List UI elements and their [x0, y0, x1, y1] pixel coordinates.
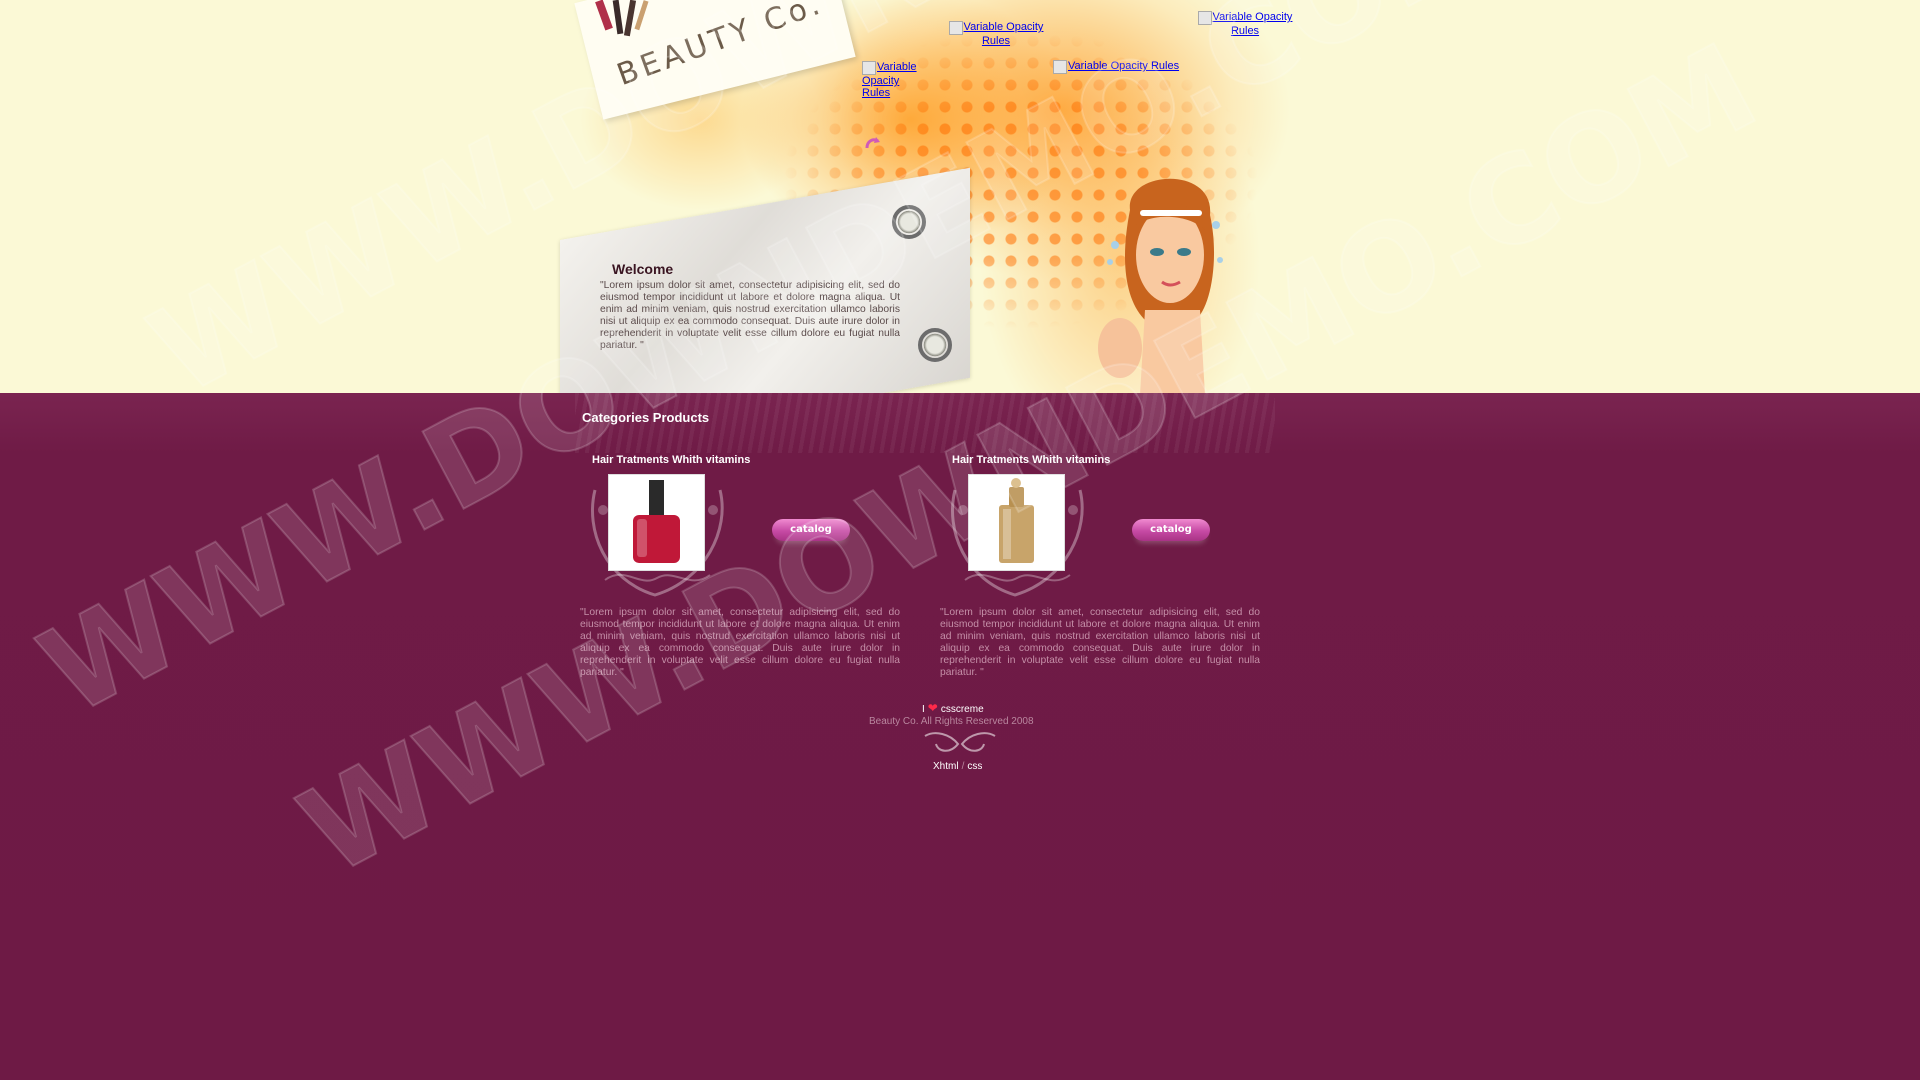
- nav-image-link-3[interactable]: Variable Opacity Rules: [862, 61, 918, 99]
- catalog-button[interactable]: catalog: [772, 519, 850, 541]
- xhtml-link[interactable]: Xhtml: [933, 761, 959, 772]
- nav-image-alt: Variable Opacity Rules: [963, 21, 1044, 47]
- nav-image-link-1[interactable]: Variable Opacity Rules: [941, 21, 1051, 47]
- curved-arrow-icon: [865, 137, 880, 149]
- broken-image-icon: [1197, 11, 1212, 25]
- welcome-text: "Lorem ipsum dolor sit amet, consectetur…: [600, 280, 900, 351]
- paper-ring-icon: [918, 328, 952, 362]
- makeup-brushes-icon: [595, 0, 649, 37]
- broken-image-icon: [948, 21, 963, 35]
- broken-image-icon: [1053, 60, 1067, 74]
- product-description: "Lorem ipsum dolor sit amet, consectetur…: [580, 607, 900, 678]
- product-title[interactable]: Hair Tratments Whith vitamins: [952, 454, 1110, 466]
- product-image-perfume[interactable]: [968, 474, 1065, 571]
- categories-title: Categories Products: [582, 410, 710, 425]
- perfume-bottle-icon: [999, 478, 1034, 563]
- nav-image-alt: Variable Opacity Rules: [1212, 11, 1293, 37]
- nav-image-link-2[interactable]: Variable Opacity Rules: [1190, 11, 1300, 37]
- csscreme-link[interactable]: csscreme: [941, 704, 984, 715]
- broken-image-icon: [862, 61, 876, 75]
- model-illustration: [1098, 178, 1223, 395]
- welcome-title: Welcome: [612, 261, 674, 277]
- nav-image-alt: Variable Opacity Rules: [1068, 60, 1180, 72]
- footer-swirl-ornament-icon: [924, 732, 996, 752]
- footer-link-separator: /: [961, 761, 965, 772]
- product-title[interactable]: Hair Tratments Whith vitamins: [592, 454, 750, 466]
- footer-links: Xhtml / css: [933, 761, 982, 772]
- css-link[interactable]: css: [967, 761, 982, 772]
- paper-ring-icon: [892, 205, 926, 239]
- catalog-button[interactable]: catalog: [1132, 519, 1210, 541]
- nav-image-link-4[interactable]: Variable Opacity Rules: [1053, 60, 1193, 74]
- footer-credit: I ❤ csscreme: [922, 701, 984, 715]
- footer-copyright: Beauty Co. All Rights Reserved 2008: [869, 716, 1034, 727]
- product-description: "Lorem ipsum dolor sit amet, consectetur…: [940, 607, 1260, 678]
- heart-icon: ❤: [927, 701, 938, 715]
- footer-love-prefix: I: [922, 704, 925, 715]
- nail-polish-icon: [633, 480, 680, 563]
- product-image-nail-polish[interactable]: [608, 474, 705, 571]
